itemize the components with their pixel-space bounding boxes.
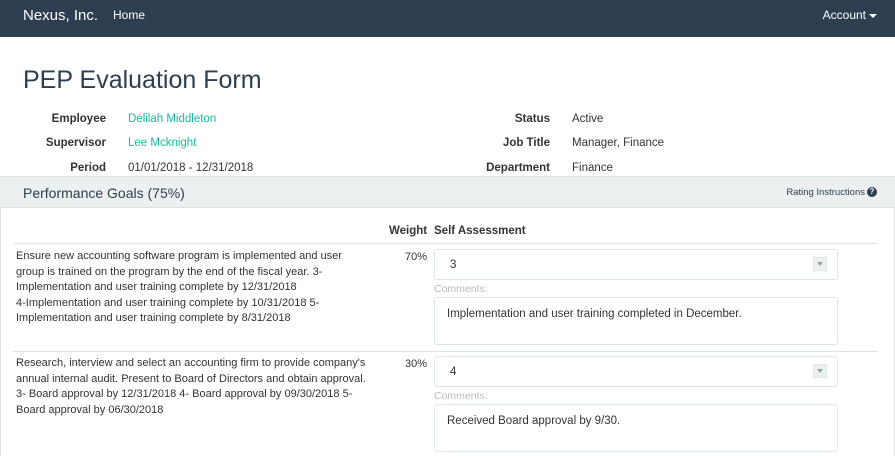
- comments-label: Comments:: [434, 390, 488, 402]
- goal-text-line: Board approval by 06/30/2018: [16, 403, 164, 416]
- selected-rating: 3: [450, 259, 457, 271]
- goal-description: Ensure new accounting software program i…: [16, 249, 376, 327]
- goal-text-line: 4-Implementation and user training compl…: [16, 296, 320, 309]
- supervisor-link[interactable]: Lee Mcknight: [128, 137, 196, 149]
- account-label: Account: [822, 8, 866, 22]
- top-navbar: Nexus, Inc. Home Account: [0, 0, 895, 37]
- goal-text-line: 3- Board approval by 12/31/2018 4- Board…: [16, 388, 353, 400]
- job-title-label: Job Title: [502, 137, 550, 149]
- chevron-down-icon: [813, 364, 827, 378]
- goal-weight: 30%: [404, 358, 427, 370]
- chevron-down-icon: [813, 257, 827, 271]
- question-circle-icon[interactable]: ?: [867, 187, 877, 197]
- performance-goals-panel-heading: Performance Goals (75%) Rating Instructi…: [0, 176, 895, 208]
- job-title-value: Manager, Finance: [572, 137, 665, 149]
- self-assessment-rating-select[interactable]: 4: [434, 356, 838, 387]
- goal-weight: 70%: [404, 251, 427, 263]
- supervisor-label: Supervisor: [45, 137, 106, 149]
- weight-column-header: Weight: [389, 225, 428, 237]
- header-divider: [13, 243, 878, 244]
- page-title: PEP Evaluation Form: [23, 66, 262, 94]
- employee-label: Employee: [51, 113, 106, 125]
- panel-title: Performance Goals (75%): [23, 185, 185, 201]
- account-menu[interactable]: Account: [823, 8, 877, 22]
- comments-textarea[interactable]: Received Board approval by 9/30.: [434, 404, 838, 452]
- self-assessment-column-header: Self Assessment: [434, 225, 526, 237]
- rating-instructions-link[interactable]: Rating Instructions: [786, 187, 865, 198]
- goal-text-line: Ensure new accounting software program i…: [16, 250, 342, 262]
- self-assessment-rating-select[interactable]: 3: [434, 249, 838, 280]
- department-label: Department: [486, 162, 550, 174]
- status-label: Status: [514, 113, 550, 125]
- caret-down-icon: [869, 13, 877, 18]
- goal-text-line: annual internal audit. Present to Board …: [16, 372, 366, 385]
- goal-text-line: Implementation and user training complet…: [16, 281, 297, 293]
- goal-text-line: Implementation and user training complet…: [16, 312, 291, 324]
- comments-textarea[interactable]: Implementation and user training complet…: [434, 297, 838, 345]
- status-value: Active: [572, 113, 604, 125]
- selected-rating: 4: [450, 366, 457, 378]
- row-divider: [13, 351, 878, 352]
- employee-link[interactable]: Delilah Middleton: [128, 113, 216, 125]
- brand-link[interactable]: Nexus, Inc.: [23, 7, 98, 24]
- period-value: 01/01/2018 - 12/31/2018: [128, 162, 254, 174]
- goal-text-line: group is trained on the program by the e…: [16, 265, 323, 278]
- department-value: Finance: [572, 162, 613, 174]
- comments-label: Comments:: [434, 283, 488, 295]
- nav-home-link[interactable]: Home: [113, 8, 145, 22]
- goal-text-line: Research, interview and select an accoun…: [16, 357, 366, 369]
- period-label: Period: [70, 162, 106, 174]
- comment-text: Received Board approval by 9/30.: [447, 415, 621, 427]
- comment-text: Implementation and user training complet…: [447, 308, 742, 320]
- goal-description: Research, interview and select an accoun…: [16, 356, 376, 418]
